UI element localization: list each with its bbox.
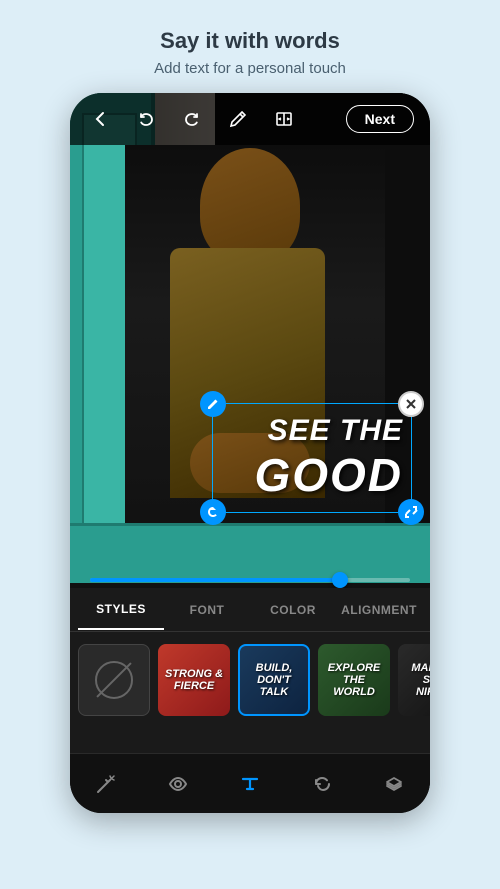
page-title: Say it with words: [154, 28, 346, 54]
tabs-bar: STYLES FONT COLOR ALIGNMENT: [70, 588, 430, 632]
phone-shell: SEE THE GOOD: [70, 93, 430, 813]
style-card-build-dont-talk[interactable]: BUILD,DON'T TALK: [238, 644, 310, 716]
tab-color[interactable]: COLOR: [250, 591, 336, 629]
bottom-panel: STYLES FONT COLOR ALIGNMENT STRONG &FIER…: [70, 588, 430, 813]
style-cards-list: STRONG &FIERCE BUILD,DON'T TALK EXPLORET…: [70, 632, 430, 728]
layers-icon-button[interactable]: [372, 762, 416, 806]
toolbar-left: [86, 105, 298, 133]
handle-rotate[interactable]: [200, 499, 226, 525]
handle-edit[interactable]: [200, 391, 226, 417]
next-button[interactable]: Next: [346, 105, 414, 133]
wand-icon-button[interactable]: [84, 762, 128, 806]
style-card-label: EXPLORETHE WORLD: [318, 658, 390, 702]
history-icon-button[interactable]: [300, 762, 344, 806]
style-card-explore-world[interactable]: EXPLORETHE WORLD: [318, 644, 390, 716]
toolbar: Next: [70, 93, 430, 145]
redo-button[interactable]: [178, 105, 206, 133]
style-card-label: BUILD,DON'T TALK: [240, 658, 308, 702]
style-card-make-significant[interactable]: MAKE IT SIG-NIFICE: [398, 644, 430, 716]
tab-styles[interactable]: STYLES: [78, 590, 164, 630]
compare-button[interactable]: [270, 105, 298, 133]
back-button[interactable]: [86, 105, 114, 133]
style-card-label: STRONG &FIERCE: [161, 664, 227, 696]
image-area: SEE THE GOOD: [70, 93, 430, 583]
undo-button[interactable]: [132, 105, 160, 133]
handle-resize[interactable]: [398, 499, 424, 525]
slider-area[interactable]: [90, 572, 410, 588]
style-card-strong-fierce[interactable]: STRONG &FIERCE: [158, 644, 230, 716]
eye-icon-button[interactable]: [156, 762, 200, 806]
style-card-none[interactable]: [78, 644, 150, 716]
text-overlay-box[interactable]: SEE THE GOOD: [212, 403, 412, 513]
tab-alignment[interactable]: ALIGNMENT: [336, 591, 422, 629]
text-line2: GOOD: [221, 448, 403, 502]
text-icon-button[interactable]: [228, 762, 272, 806]
tab-font[interactable]: FONT: [164, 591, 250, 629]
page-subtitle: Add text for a personal touch: [154, 60, 346, 77]
style-card-label: MAKE IT SIG-NIFICE: [398, 658, 430, 702]
text-line1: SEE THE: [221, 414, 403, 448]
pen-tool-button[interactable]: [224, 105, 252, 133]
header: Say it with words Add text for a persona…: [134, 0, 366, 93]
handle-close[interactable]: [398, 391, 424, 417]
bottom-nav-toolbar: [70, 753, 430, 813]
